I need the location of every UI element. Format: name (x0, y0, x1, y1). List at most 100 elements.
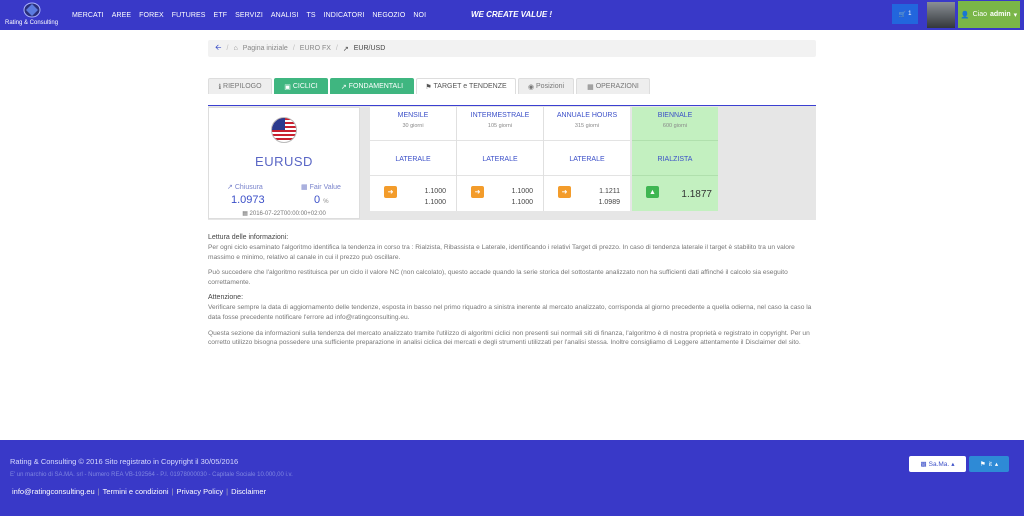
menu-item-mercati[interactable]: MERCATI (72, 12, 104, 19)
breadcrumb-separator: / (226, 45, 229, 52)
footer-link-privacy[interactable]: Privacy Policy (176, 487, 223, 496)
divider (370, 175, 456, 176)
cart-icon: 🛒 (898, 11, 907, 18)
cycle-days: 30 giorni (402, 123, 424, 129)
target-max: 1.1211 (599, 188, 620, 195)
tab-bar: ℹ RIEPILOGO ▣ CICLICI ↗ FONDAMENTALI ⚑ T… (208, 78, 650, 94)
cycle-title: ANNUALE HOURS (556, 112, 618, 119)
info-paragraph: Può succedere che l'algoritmo restituisc… (208, 269, 788, 286)
brand-text: Rating & Consulting (5, 20, 59, 26)
building-icon: ▩ (920, 461, 927, 468)
trend-label: LATERALE (482, 156, 518, 163)
home-icon: ⌂ (233, 45, 238, 52)
target-panel: EURUSD ↗ Chiusura 1.0973 ▦ Fair Value 0 … (208, 106, 816, 220)
caret-down-icon: ▾ (1013, 11, 1018, 19)
tab-ciclici[interactable]: ▣ CICLICI (274, 78, 328, 94)
warning-heading: Attenzione: (208, 294, 244, 302)
info-paragraph: Per ogni ciclo esaminato l'algoritmo ide… (208, 244, 795, 261)
tab-target-tendenze[interactable]: ⚑ TARGET e TENDENZE (416, 78, 516, 94)
menu-item-servizi[interactable]: SERVIZI (235, 12, 263, 19)
breadcrumb-home[interactable]: Pagina iniziale (243, 45, 288, 52)
language-dropdown[interactable]: ⚑ it ▴ (969, 456, 1009, 472)
target-min: 1.1000 (511, 199, 533, 206)
cart-button[interactable]: 🛒 1 (892, 4, 918, 24)
tab-posizioni[interactable]: ◉ Posizioni (518, 78, 574, 94)
footer-link-email[interactable]: info@ratingconsulting.eu (12, 487, 95, 496)
tab-operazioni[interactable]: ▦ OPERAZIONI (576, 78, 650, 94)
tab-riepilogo[interactable]: ℹ RIEPILOGO (208, 78, 272, 94)
user-name: admin (989, 11, 1011, 18)
company-dropdown[interactable]: ▩ Sa.Ma. ▴ (909, 456, 966, 472)
menu-item-negozio[interactable]: NEGOZIO (372, 12, 405, 19)
divider (632, 175, 718, 176)
bar-chart-icon: ▣ (284, 83, 293, 91)
menu-item-forex[interactable]: FOREX (139, 12, 164, 19)
fair-value: 0 % (314, 194, 329, 206)
footer-copyright: Rating & Consulting © 2016 Sito registra… (10, 457, 239, 466)
table-icon: ▦ (301, 184, 310, 191)
us-flag-icon (271, 117, 297, 143)
arrow-up-icon[interactable]: ▲ (646, 186, 659, 198)
fair-value-label: ▦ Fair Value (301, 184, 341, 191)
cycle-column-mensile: MENSILE 30 giorni LATERALE ➜ 1.1000 1.10… (370, 107, 456, 211)
user-icon: 👤 (960, 11, 970, 19)
target-max: 1.1000 (511, 188, 533, 195)
asset-card: EURUSD ↗ Chiusura 1.0973 ▦ Fair Value 0 … (208, 107, 360, 219)
cycle-column-biennale: BIENNALE 600 giorni RIALZISTA ▲ 1.1877 (632, 107, 718, 211)
info-paragraph: Questa sezione da informazioni sulla ten… (208, 329, 810, 347)
arrow-right-icon[interactable]: ➜ (558, 186, 571, 198)
menu-item-indicatori[interactable]: INDICATORI (324, 12, 365, 19)
cycle-column-annuale: ANNUALE HOURS 315 giorni LATERALE ➜ 1.12… (544, 107, 630, 211)
close-label: ↗ Chiusura (227, 184, 263, 191)
logo-icon (23, 2, 41, 18)
divider (544, 175, 630, 176)
caret-up-icon: ▴ (951, 461, 955, 468)
chart-icon: ↗ (342, 45, 349, 53)
line-chart-icon: ↗ (340, 83, 349, 91)
asset-name: EURUSD (255, 154, 313, 169)
menu-item-noi[interactable]: NOI (413, 12, 426, 19)
cycle-title: MENSILE (397, 112, 429, 119)
arrow-right-icon[interactable]: ➜ (471, 186, 484, 198)
back-arrow-icon[interactable]: 🡨 (215, 42, 222, 56)
calendar-icon: ▦ (587, 83, 596, 91)
footer-link-terms[interactable]: Termini e condizioni (103, 487, 169, 496)
tab-fondamentali[interactable]: ↗ FONDAMENTALI (330, 78, 414, 94)
slogan: WE CREATE VALUE ! (471, 10, 553, 19)
cycle-column-intermestrale: INTERMESTRALE 105 giorni LATERALE ➜ 1.10… (457, 107, 543, 211)
cycle-days: 105 giorni (487, 123, 513, 129)
arrow-right-icon[interactable]: ➜ (384, 186, 397, 198)
menu-item-analisi[interactable]: ANALISI (271, 12, 299, 19)
menu-item-futures[interactable]: FUTURES (172, 12, 206, 19)
caret-up-icon: ▴ (994, 461, 999, 468)
divider (457, 175, 543, 176)
cycle-title: BIENNALE (657, 112, 693, 119)
divider (544, 140, 630, 141)
info-paragraph: Verificare sempre la data di aggiornamen… (208, 304, 812, 322)
footer-link-disclaimer[interactable]: Disclaimer (231, 487, 266, 496)
link-separator: | (171, 487, 174, 496)
line-chart-icon: ↗ (227, 184, 235, 191)
target-min: 1.1000 (424, 199, 446, 206)
breadcrumb: 🡨 / ⌂ Pagina iniziale / EURO FX / ↗ EUR/… (208, 40, 816, 57)
user-menu-button[interactable]: 👤 Ciao admin ▾ (958, 1, 1020, 28)
cycle-title: INTERMESTRALE (470, 112, 530, 119)
avatar[interactable] (927, 2, 955, 28)
link-separator: | (226, 487, 229, 496)
target-value: 1.1877 (681, 189, 712, 200)
breadcrumb-section[interactable]: EURO FX (300, 45, 331, 52)
menu-item-etf[interactable]: ETF (214, 12, 228, 19)
trend-label: RIALZISTA (657, 156, 693, 163)
menu-item-ts[interactable]: TS (306, 12, 315, 19)
info-section: Lettura delle informazioni: Per ogni cic… (208, 233, 818, 354)
trend-label: LATERALE (569, 156, 605, 163)
update-date: ▦ 2016-07-22T00:00:00+02:00 (242, 211, 326, 217)
brand-logo[interactable]: Rating & Consulting (0, 0, 66, 30)
menu-item-aree[interactable]: AREE (112, 12, 131, 19)
bullseye-icon: ◉ (527, 83, 537, 91)
divider (370, 140, 456, 141)
footer-links: info@ratingconsulting.eu | Termini e condi… (12, 487, 266, 496)
info-heading: Lettura delle informazioni: (208, 234, 289, 241)
target-min: 1.0989 (598, 199, 620, 206)
calendar-icon: ▦ (242, 211, 250, 217)
